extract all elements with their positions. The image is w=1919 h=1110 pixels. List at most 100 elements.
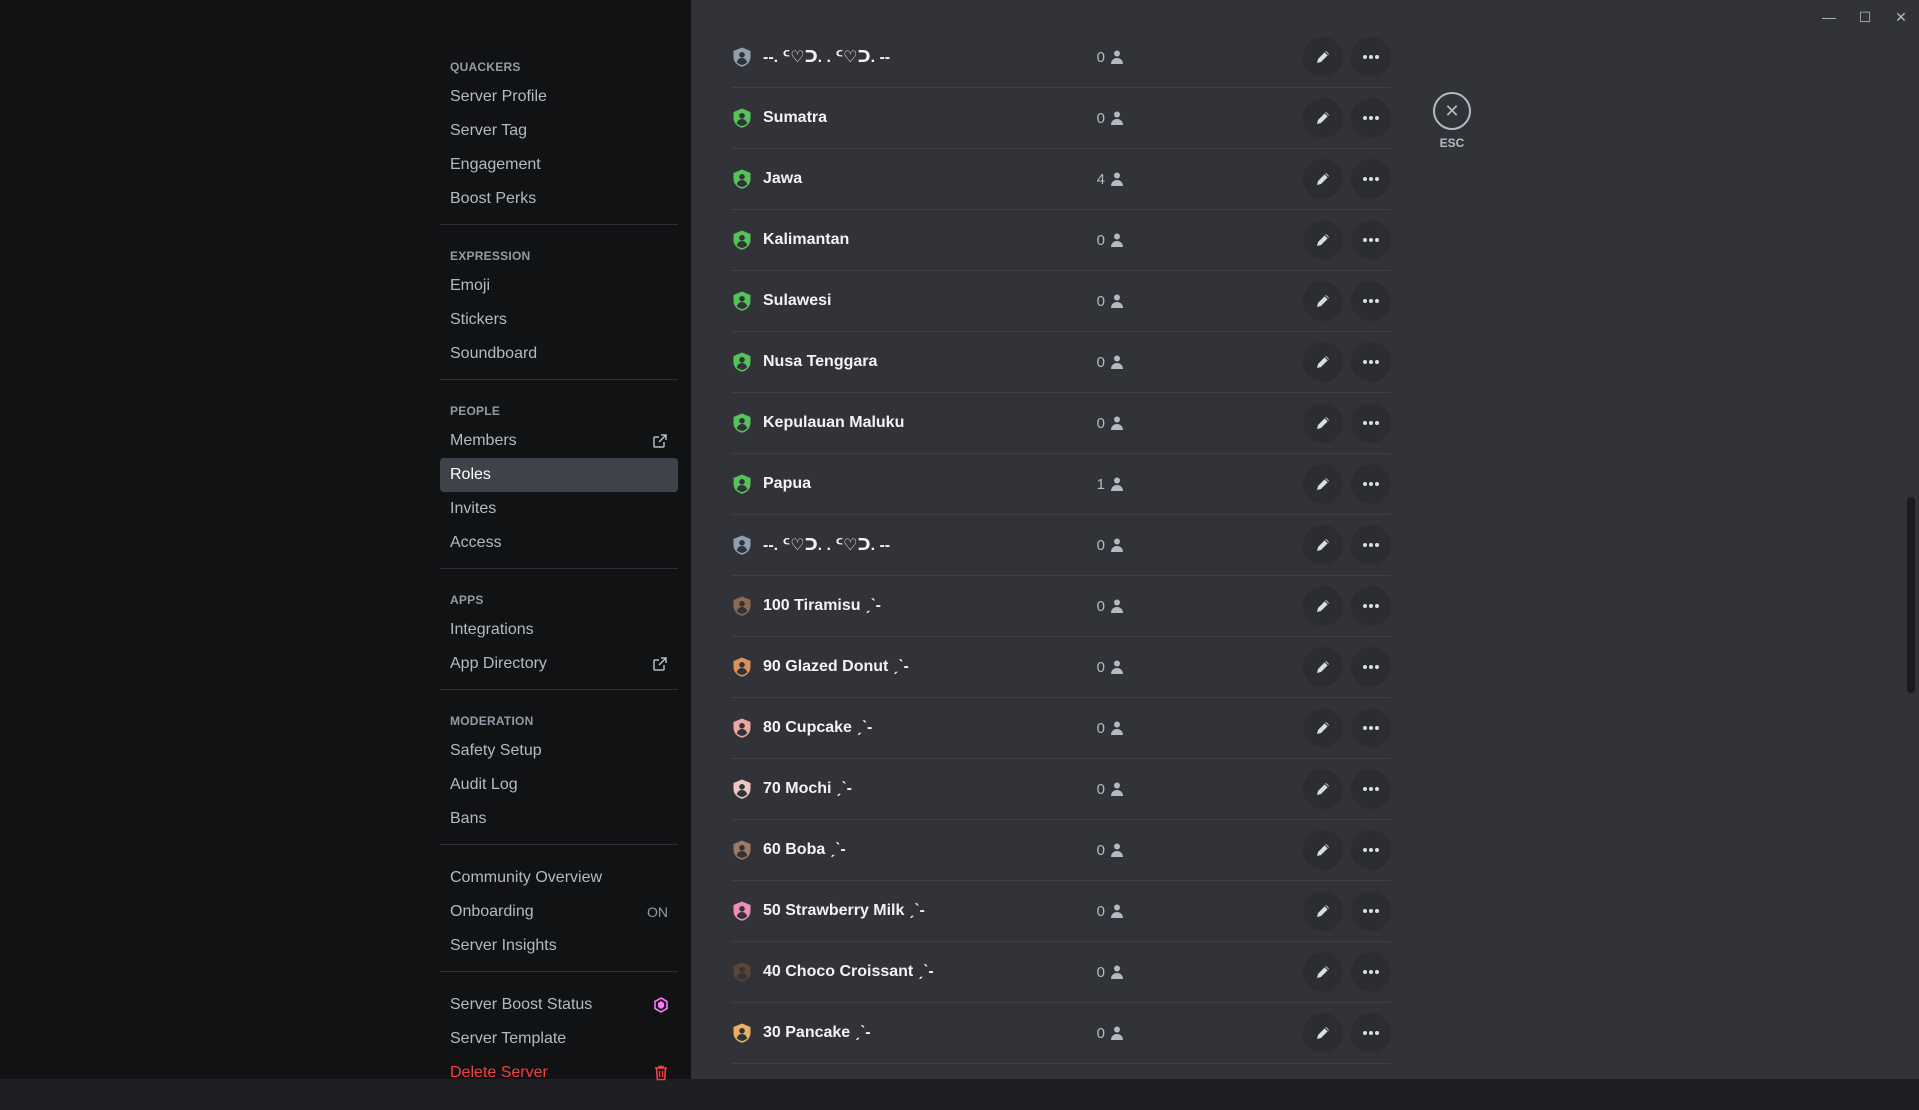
sidebar-item-server-template[interactable]: Server Template	[440, 1022, 678, 1056]
role-member-count: 0	[1091, 781, 1125, 798]
role-name: 60 Boba ˏˋ-	[763, 841, 846, 858]
sidebar-item-roles[interactable]: Roles	[440, 458, 678, 492]
edit-role-button[interactable]	[1303, 769, 1343, 809]
more-options-button[interactable]	[1351, 403, 1391, 443]
role-row[interactable]: 30 Pancake ˏˋ- 0	[731, 1003, 1391, 1064]
sidebar-item-engagement[interactable]: Engagement	[440, 148, 678, 182]
edit-role-button[interactable]	[1303, 159, 1343, 199]
role-actions	[1303, 342, 1391, 382]
close-icon[interactable]: ✕	[1433, 92, 1471, 130]
role-row[interactable]: 100 Tiramisu ˏˋ- 0	[731, 576, 1391, 637]
role-row[interactable]: --. ᑦ♡ᑐ. . ᑦ♡ᑐ. -- 0	[731, 27, 1391, 88]
more-options-button[interactable]	[1351, 891, 1391, 931]
edit-role-button[interactable]	[1303, 952, 1343, 992]
settings-sidebar: Quackers Server Profile Server Tag Engageme…	[0, 0, 691, 1081]
sidebar-item-server-insights[interactable]: Server Insights	[440, 929, 678, 963]
more-options-button[interactable]	[1351, 647, 1391, 687]
sidebar-item-onboarding[interactable]: Onboarding ON	[440, 895, 678, 929]
nav-section-header: Expression	[450, 249, 531, 263]
more-options-button[interactable]	[1351, 159, 1391, 199]
sidebar-item-label: Server Template	[450, 1030, 567, 1047]
role-actions	[1303, 281, 1391, 321]
role-row[interactable]: Sulawesi 0	[731, 271, 1391, 332]
close-window-icon[interactable]: ✕	[1883, 6, 1919, 28]
more-options-button[interactable]	[1351, 281, 1391, 321]
minimize-icon[interactable]: —	[1811, 6, 1847, 28]
pencil-icon	[1317, 51, 1329, 63]
role-actions	[1303, 708, 1391, 748]
role-row[interactable]: Papua 1	[731, 454, 1391, 515]
role-row[interactable]: 40 Choco Croissant ˏˋ- 0	[731, 942, 1391, 1003]
more-options-button[interactable]	[1351, 708, 1391, 748]
edit-role-button[interactable]	[1303, 342, 1343, 382]
esc-close[interactable]: ✕ ESC	[1432, 92, 1472, 150]
sidebar-item-members[interactable]: Members	[440, 424, 678, 458]
sidebar-item-bans[interactable]: Bans	[440, 802, 678, 836]
nav-section-header: Quackers	[450, 60, 521, 74]
sidebar-item-access[interactable]: Access	[440, 526, 678, 560]
sidebar-item-delete-server[interactable]: Delete Server	[440, 1056, 678, 1090]
edit-role-button[interactable]	[1303, 1013, 1343, 1053]
edit-role-button[interactable]	[1303, 830, 1343, 870]
edit-role-button[interactable]	[1303, 525, 1343, 565]
sidebar-item-emoji[interactable]: Emoji	[440, 269, 678, 303]
sidebar-item-label: Bans	[450, 810, 487, 827]
member-count-value: 0	[1096, 719, 1105, 737]
edit-role-button[interactable]	[1303, 586, 1343, 626]
role-row[interactable]: 50 Strawberry Milk ˏˋ- 0	[731, 881, 1391, 942]
role-member-count: 0	[1091, 842, 1125, 859]
edit-role-button[interactable]	[1303, 708, 1343, 748]
edit-role-button[interactable]	[1303, 647, 1343, 687]
more-options-button[interactable]	[1351, 525, 1391, 565]
edit-role-button[interactable]	[1303, 98, 1343, 138]
more-horizontal-icon	[1363, 726, 1379, 730]
more-options-button[interactable]	[1351, 1013, 1391, 1053]
role-actions	[1303, 647, 1391, 687]
role-row[interactable]: 70 Mochi ˏˋ- 0	[731, 759, 1391, 820]
role-name: Papua	[763, 475, 812, 492]
sidebar-item-safety-setup[interactable]: Safety Setup	[440, 734, 678, 768]
edit-role-button[interactable]	[1303, 37, 1343, 77]
sidebar-item-community-overview[interactable]: Community Overview	[440, 861, 678, 895]
more-options-button[interactable]	[1351, 464, 1391, 504]
role-row[interactable]: --. ᑦ♡ᑐ. . ᑦ♡ᑐ. -- 0	[731, 515, 1391, 576]
more-options-button[interactable]	[1351, 952, 1391, 992]
edit-role-button[interactable]	[1303, 281, 1343, 321]
role-row[interactable]: 60 Boba ˏˋ- 0	[731, 820, 1391, 881]
more-horizontal-icon	[1363, 604, 1379, 608]
role-row[interactable]: Jawa 4	[731, 149, 1391, 210]
roles-panel: — ☐ ✕ --. ᑦ♡ᑐ. . ᑦ♡ᑐ. -- 0 Sumatra 0 Jawa 4 Ka…	[691, 0, 1919, 1079]
more-options-button[interactable]	[1351, 769, 1391, 809]
role-row[interactable]: Kepulauan Maluku 0	[731, 393, 1391, 454]
more-options-button[interactable]	[1351, 98, 1391, 138]
more-horizontal-icon	[1363, 1031, 1379, 1035]
more-options-button[interactable]	[1351, 586, 1391, 626]
more-options-button[interactable]	[1351, 830, 1391, 870]
sidebar-item-boost-perks[interactable]: Boost Perks	[440, 182, 678, 216]
role-row[interactable]: 80 Cupcake ˏˋ- 0	[731, 698, 1391, 759]
edit-role-button[interactable]	[1303, 403, 1343, 443]
role-row[interactable]: Kalimantan 0	[731, 210, 1391, 271]
sidebar-item-integrations[interactable]: Integrations	[440, 613, 678, 647]
sidebar-item-server-profile[interactable]: Server Profile	[440, 80, 678, 114]
sidebar-item-server-tag[interactable]: Server Tag	[440, 114, 678, 148]
more-options-button[interactable]	[1351, 37, 1391, 77]
sidebar-item-invites[interactable]: Invites	[440, 492, 678, 526]
more-options-button[interactable]	[1351, 342, 1391, 382]
sidebar-item-server-boost-status[interactable]: Server Boost Status	[440, 988, 678, 1022]
sidebar-item-stickers[interactable]: Stickers	[440, 303, 678, 337]
sidebar-item-app-directory[interactable]: App Directory	[440, 647, 678, 681]
edit-role-button[interactable]	[1303, 464, 1343, 504]
maximize-icon[interactable]: ☐	[1847, 6, 1883, 28]
sidebar-item-audit-log[interactable]: Audit Log	[440, 768, 678, 802]
edit-role-button[interactable]	[1303, 220, 1343, 260]
role-name: Sulawesi	[763, 292, 832, 309]
role-row[interactable]: Sumatra 0	[731, 88, 1391, 149]
role-row[interactable]: Nusa Tenggara 0	[731, 332, 1391, 393]
role-row[interactable]: 90 Glazed Donut ˏˋ- 0	[731, 637, 1391, 698]
more-options-button[interactable]	[1351, 220, 1391, 260]
scrollbar-thumb[interactable]	[1907, 497, 1915, 693]
sidebar-item-soundboard[interactable]: Soundboard	[440, 337, 678, 371]
external-link-icon	[652, 433, 668, 449]
edit-role-button[interactable]	[1303, 891, 1343, 931]
